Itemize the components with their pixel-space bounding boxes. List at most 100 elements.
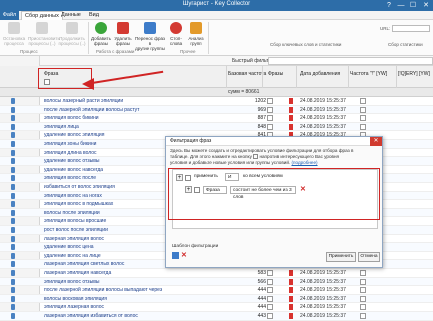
table-row[interactable]: эпиляция лазерная волос 444 24.08.2019 15:…: [0, 303, 433, 312]
menu-data-collection[interactable]: Сбор данных: [21, 11, 63, 20]
phrase-status-icon: [11, 295, 15, 302]
phrase-status-icon: [11, 252, 15, 259]
row-checkbox-2[interactable]: [360, 278, 366, 285]
add-phrases-button[interactable]: Добавить фразы: [90, 22, 112, 46]
phrase-cell: после лазерной эпиляции волосы растут: [44, 106, 140, 113]
menu-view[interactable]: Вид: [86, 11, 102, 20]
menu-file[interactable]: Файл: [0, 11, 19, 20]
table-row[interactable]: лазерная эпиляция избавиться от волос 443…: [0, 312, 433, 321]
row-checkbox[interactable]: [267, 304, 273, 311]
table-row[interactable]: эпиляция лица 848 24.08.2019 15:25:37: [0, 122, 433, 132]
phrase-status-icon: [11, 166, 15, 173]
pause-icon: [36, 22, 48, 34]
delete-phrases-button[interactable]: Удалить фразы: [113, 22, 133, 46]
table-row[interactable]: после лазерной эпиляции волосы растут 969…: [0, 105, 433, 115]
transfer-phrases-button[interactable]: Перенос фраз в другие группы: [134, 22, 166, 51]
resume-processes-button[interactable]: Продолжить процессы (..): [58, 22, 86, 46]
analyze-groups-button[interactable]: Анализ групп: [187, 22, 205, 46]
collect-stats-label: Сбор статистики: [388, 42, 423, 47]
frequency-cell: 887: [257, 115, 266, 122]
frequency-cell: 566: [257, 278, 266, 285]
phrase-cell: после лазерной эпиляции волосы выпадают …: [44, 287, 163, 294]
row-checkbox[interactable]: [267, 270, 273, 276]
table-row[interactable]: эпиляция волос отзывы 566 24.08.2019 15:25…: [0, 277, 433, 287]
phrase-cell: эпиляция лица: [44, 123, 79, 130]
cancel-button[interactable]: Отмена: [358, 252, 380, 262]
table-row[interactable]: волосы лазерный расти эпиляции 1202 24.08.…: [0, 97, 433, 106]
table-row[interactable]: после лазерной эпиляции волосы выпадают …: [0, 286, 433, 295]
ribbon-separator: [88, 22, 89, 54]
row-checkbox-2[interactable]: [360, 287, 366, 294]
phrase-cell: волосы лазерный расти эпиляции: [44, 98, 124, 104]
phrase-status-icon: [11, 141, 15, 147]
column-exact-frequency[interactable]: Частота "!" [YW]: [350, 71, 387, 77]
group-label-work: Работа с фразами: [96, 49, 135, 54]
table-row[interactable]: эпиляция волос бикини 887 24.08.2019 15:25…: [0, 114, 433, 123]
phrase-cell: удаление волос эпиляция: [44, 132, 105, 139]
column-base-frequency[interactable]: Базовая частота: [228, 71, 266, 77]
row-checkbox[interactable]: [267, 98, 273, 104]
column-divider: [396, 66, 397, 88]
quick-filter-input[interactable]: [268, 57, 433, 65]
stop-process-button[interactable]: Остановка процесса: [2, 22, 26, 46]
phrase-status-icon: [11, 123, 15, 130]
row-checkbox-2[interactable]: [360, 115, 366, 122]
play-icon: [66, 22, 78, 34]
url-input[interactable]: [392, 25, 430, 32]
menu-data[interactable]: Данные: [58, 11, 84, 20]
row-checkbox-2[interactable]: [360, 106, 366, 113]
date-cell: 24.08.2019 15:25:37: [300, 106, 346, 113]
row-checkbox[interactable]: [267, 287, 273, 294]
chart-bar-icon: [289, 304, 293, 311]
phrase-status-icon: [11, 158, 15, 165]
column-query[interactable]: [!Q]ERY] [YW]: [398, 71, 430, 77]
frequency-cell: 969: [257, 106, 266, 113]
chart-bar-icon: [289, 278, 293, 285]
close-icon[interactable]: ✕: [420, 0, 432, 11]
save-icon[interactable]: [172, 252, 179, 259]
stopwords-button[interactable]: Стоп-слова: [166, 22, 186, 46]
column-date-added[interactable]: Дата добавления: [300, 71, 340, 77]
help-link[interactable]: (подробнее): [291, 160, 317, 165]
delete-template-icon[interactable]: ✕: [181, 251, 187, 259]
row-checkbox[interactable]: [267, 295, 273, 302]
table-row[interactable]: волосы восковая эпиляция 444 24.08.2019 15…: [0, 294, 433, 304]
pause-processes-button[interactable]: Приостановить процессы (..): [28, 22, 60, 46]
row-checkbox[interactable]: [267, 313, 273, 319]
chart-bar-icon: [289, 106, 293, 113]
window-title: Шугарист - Key Collector: [182, 1, 251, 7]
phrase-status-icon: [11, 313, 15, 319]
row-checkbox[interactable]: [267, 123, 273, 130]
date-cell: 24.08.2019 15:25:37: [300, 313, 346, 319]
help-icon[interactable]: ?: [383, 0, 395, 11]
row-checkbox-2[interactable]: [360, 123, 366, 130]
column-phrases[interactable]: Фразы: [268, 71, 283, 77]
phrase-cell: лазерная эпиляция светлых волос: [44, 261, 125, 268]
row-checkbox-2[interactable]: [360, 295, 366, 302]
phrase-status-icon: [11, 149, 15, 156]
apply-button[interactable]: Применить: [326, 252, 356, 262]
highlight-condition: [168, 168, 380, 220]
dialog-close-icon[interactable]: ✕: [370, 137, 382, 146]
phrase-status-icon: [11, 209, 15, 216]
table-row[interactable]: лазерная эпиляция навсегда 583 24.08.2019 …: [0, 269, 433, 278]
date-cell: 24.08.2019 15:25:37: [300, 123, 346, 130]
phrase-status-icon: [11, 304, 15, 311]
row-checkbox[interactable]: [267, 278, 273, 285]
row-checkbox-2[interactable]: [360, 313, 366, 319]
phrase-status-icon: [11, 98, 15, 104]
maximize-icon[interactable]: ☐: [407, 0, 419, 11]
row-checkbox-2[interactable]: [360, 98, 366, 104]
row-checkbox-2[interactable]: [360, 304, 366, 311]
quick-filter-bar: Быстрый фильтр:: [40, 56, 433, 66]
phrase-status-icon: [11, 227, 15, 233]
phrase-cell: эпиляция длина волос: [44, 149, 97, 156]
row-checkbox-2[interactable]: [360, 270, 366, 276]
phrase-cell: лазерная эпиляция избавиться от волос: [44, 313, 138, 319]
column-divider: [348, 66, 349, 88]
minimize-icon[interactable]: —: [395, 0, 407, 11]
row-checkbox[interactable]: [267, 106, 273, 113]
phrase-cell: эпиляция волос отзывы: [44, 278, 100, 285]
phrase-cell: удаление волос цена: [44, 244, 94, 251]
row-checkbox[interactable]: [267, 115, 273, 122]
